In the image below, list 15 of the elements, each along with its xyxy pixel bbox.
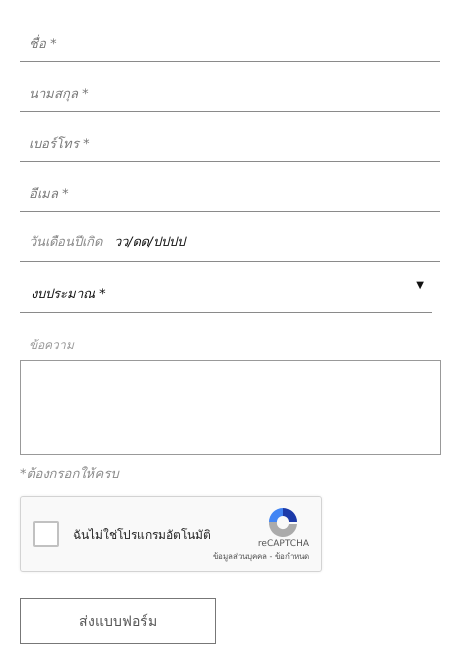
recaptcha-brand: reCAPTCHA xyxy=(258,538,309,548)
captcha-checkbox[interactable] xyxy=(33,521,59,547)
submit-button[interactable]: ส่งแบบฟอร์ม xyxy=(20,598,216,644)
budget-dropdown[interactable]: งบประมาณ * ▼ xyxy=(20,262,432,313)
date-field[interactable]: วันเดือนปีเกิด วว/ดด/ปปปป xyxy=(20,212,440,262)
captcha-label: ฉันไม่ใช่โปรแกรมอัตโนมัติ xyxy=(73,526,212,544)
text-field[interactable]: เบอร์โทร * xyxy=(29,133,440,157)
required-note: *ต้องกรอกให้ครบ xyxy=(20,465,120,484)
privacy-terms-link[interactable]: ข้อมูลส่วนบุคคล - ข้อกำหนด xyxy=(213,550,309,562)
recaptcha-logo-icon xyxy=(267,506,299,538)
message-field[interactable] xyxy=(20,360,441,455)
message-label: ข้อความ xyxy=(29,337,76,354)
text-field[interactable]: ชื่อ * xyxy=(29,33,440,57)
text-field[interactable]: อีเมล * xyxy=(29,183,440,207)
text-field[interactable]: นามสกุล * xyxy=(29,83,440,107)
